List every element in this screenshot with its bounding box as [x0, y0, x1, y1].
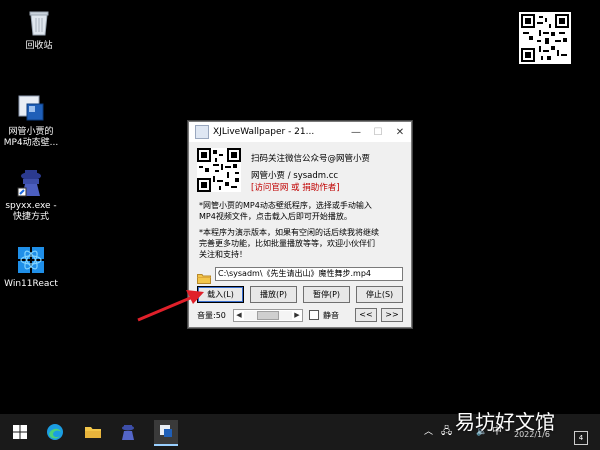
clock-date: 2022/1/6	[514, 430, 550, 439]
wallpaper-app-taskbar-icon[interactable]	[154, 420, 178, 446]
network-icon[interactable]: 🖧	[441, 414, 452, 450]
desktop: 回收站 网管小贾的 MP4动态壁... spyxx.exe - 快捷方式 Win…	[0, 0, 600, 414]
tray-overflow-icon[interactable]: ︿	[424, 414, 433, 450]
annotation-arrow	[137, 290, 204, 322]
notification-badge[interactable]: 4	[574, 431, 588, 445]
taskbar-clock[interactable]: 2022/1/6	[514, 430, 550, 439]
spy-taskbar-icon[interactable]	[118, 422, 138, 442]
file-explorer-icon[interactable]	[83, 422, 103, 442]
edge-browser-icon[interactable]	[45, 422, 65, 442]
start-windows-icon[interactable]	[10, 422, 30, 442]
